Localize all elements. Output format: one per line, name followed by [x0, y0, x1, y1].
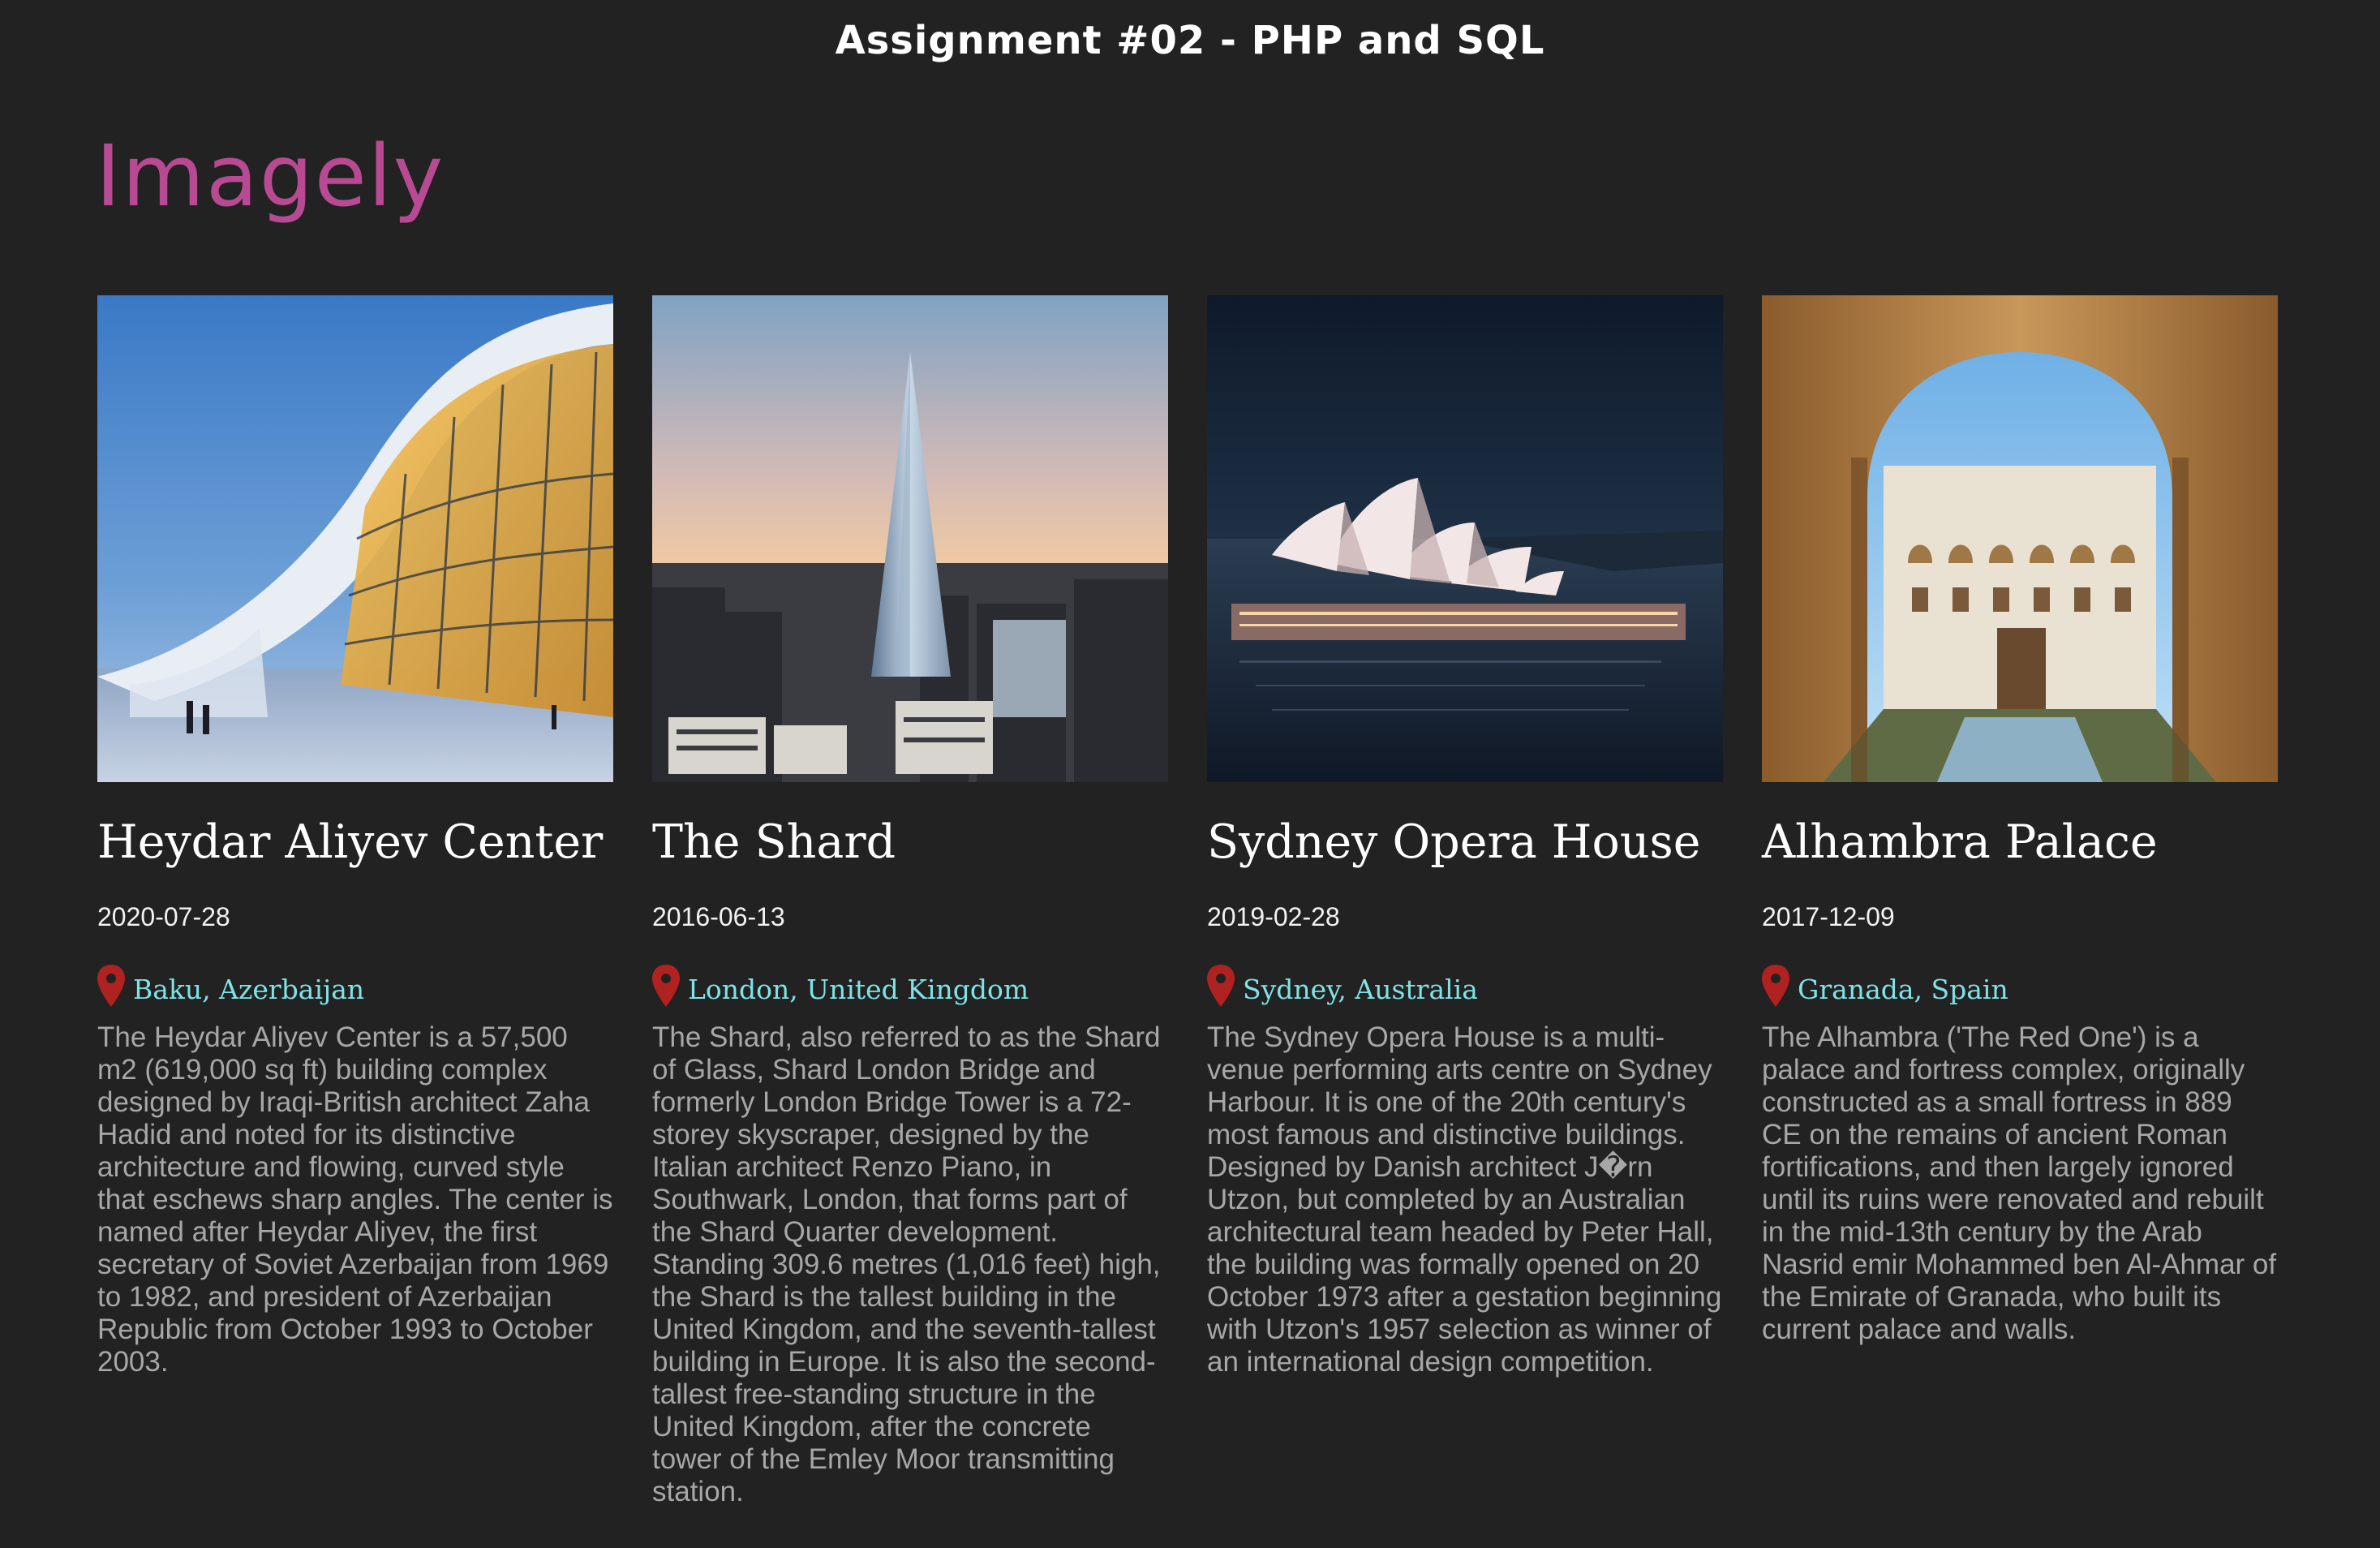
assignment-header: Assignment #02 - PHP and SQL	[835, 18, 1545, 63]
card-location[interactable]: Granada, Spain	[1762, 964, 2278, 1007]
card-image-the-shard[interactable]	[652, 295, 1168, 782]
card-image-alhambra-palace[interactable]	[1762, 295, 2278, 782]
card-sydney-opera-house[interactable]: Sydney Opera House 2019-02-28 Sydney, Au…	[1207, 295, 1723, 1508]
map-pin-icon	[1762, 964, 1789, 1007]
card-grid: Heydar Aliyev Center 2020-07-28 Baku, Az…	[97, 295, 2279, 1508]
card-heydar-aliyev[interactable]: Heydar Aliyev Center 2020-07-28 Baku, Az…	[97, 295, 613, 1508]
map-pin-icon	[97, 964, 125, 1007]
map-pin-icon	[652, 964, 680, 1007]
card-alhambra-palace[interactable]: Alhambra Palace 2017-12-09 Granada, Spai…	[1762, 295, 2278, 1508]
card-title[interactable]: The Shard	[652, 815, 1168, 870]
brand-title[interactable]: Imagely	[96, 130, 445, 223]
card-location[interactable]: Sydney, Australia	[1207, 964, 1723, 1007]
map-pin-icon	[1207, 964, 1235, 1007]
card-date: 2019-02-28	[1207, 901, 1340, 931]
card-location[interactable]: London, United Kingdom	[652, 964, 1168, 1007]
card-title[interactable]: Sydney Opera House	[1207, 815, 1723, 870]
card-date: 2020-07-28	[97, 901, 230, 931]
card-description: The Sydney Opera House is a multi-venue …	[1207, 1021, 1722, 1378]
card-description: The Alhambra ('The Red One') is a palace…	[1762, 1021, 2277, 1345]
card-title[interactable]: Alhambra Palace	[1762, 815, 2278, 870]
card-date: 2016-06-13	[652, 901, 785, 931]
card-location[interactable]: Baku, Azerbaijan	[97, 964, 613, 1007]
card-title[interactable]: Heydar Aliyev Center	[97, 815, 613, 870]
card-the-shard[interactable]: The Shard 2016-06-13 London, United King…	[652, 295, 1168, 1508]
card-date: 2017-12-09	[1762, 901, 1895, 931]
card-description: The Shard, also referred to as the Shard…	[652, 1021, 1161, 1507]
card-image-heydar-aliyev[interactable]	[97, 295, 613, 782]
card-location-text[interactable]: Sydney, Australia	[1243, 974, 1478, 1005]
card-location-text[interactable]: Granada, Spain	[1798, 974, 2008, 1005]
card-location-text[interactable]: London, United Kingdom	[688, 974, 1029, 1005]
card-image-sydney-opera-house[interactable]	[1207, 295, 1723, 782]
card-description: The Heydar Aliyev Center is a 57,500 m2 …	[97, 1021, 613, 1378]
card-location-text[interactable]: Baku, Azerbaijan	[133, 974, 364, 1005]
